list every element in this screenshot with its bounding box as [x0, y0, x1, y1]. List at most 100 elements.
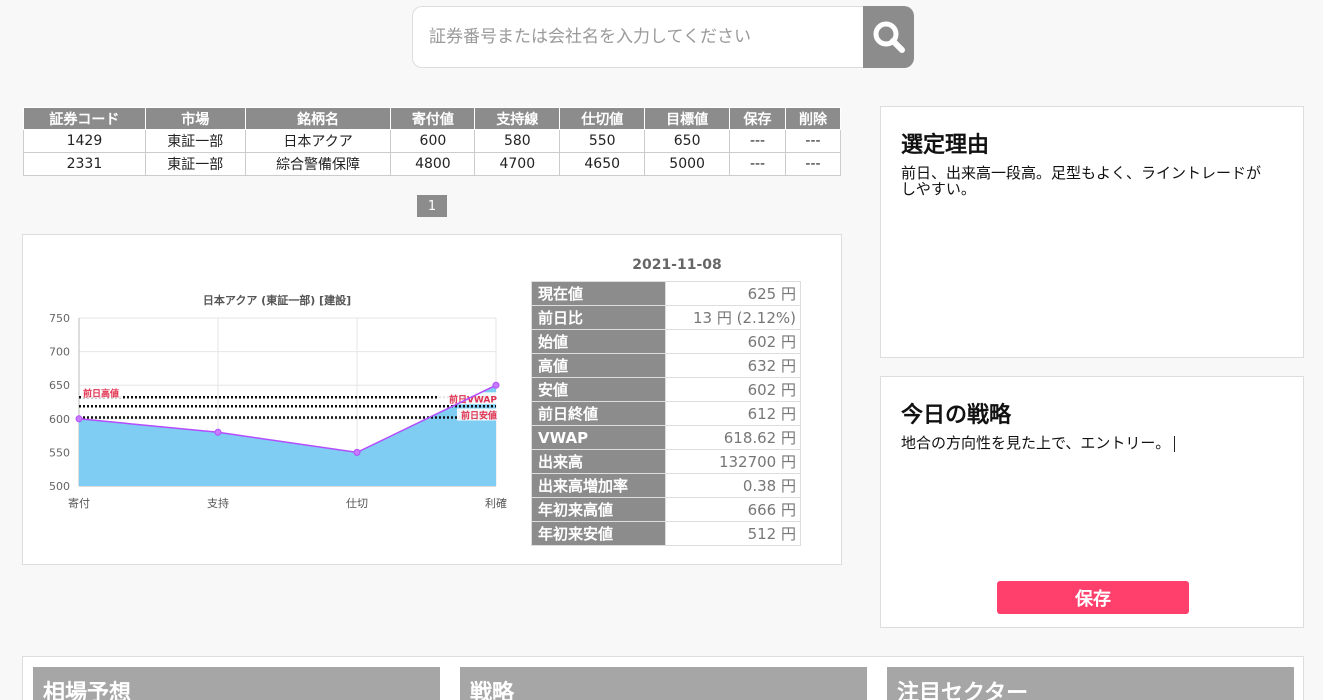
quote-label: 年初来高値 — [531, 497, 666, 522]
cell-delete-action[interactable]: --- — [785, 129, 841, 153]
quote-label: 年初来安値 — [531, 521, 666, 546]
quote-label: 安値 — [531, 377, 666, 402]
cell-stop: 550 — [559, 129, 646, 153]
x-tick-label: 利確 — [485, 496, 507, 510]
quote-row: VWAP 618.62 円 — [531, 425, 801, 450]
table-row[interactable]: 2331 東証一部 綜合警備保障 4800 4700 4650 5000 ---… — [23, 152, 841, 176]
strategy-title: 今日の戦略 — [901, 403, 1012, 428]
cell-market: 東証一部 — [144, 129, 246, 153]
quote-row: 年初来高値 666 円 — [531, 497, 801, 522]
reference-label: 前日VWAP — [449, 393, 497, 405]
header-open: 寄付値 — [390, 107, 476, 130]
stock-table: 証券コード 市場 銘柄名 寄付値 支持線 仕切値 目標値 保存 削除 1429 … — [23, 107, 841, 176]
reference-label: 前日安値 — [461, 409, 497, 421]
strategy-panel: 今日の戦略 地合の方向性を見た上で、エントリー。 保存 — [880, 376, 1304, 628]
quote-row: 始値 602 円 — [531, 329, 801, 354]
reason-text[interactable]: 前日、出来高一段高。足型もよく、ライントレードがしやすい。 — [901, 165, 1273, 197]
reason-title: 選定理由 — [901, 133, 990, 158]
quote-row: 前日比 13 円 (2.12%) — [531, 305, 801, 330]
cell-delete-action[interactable]: --- — [785, 152, 841, 176]
y-tick-label: 750 — [49, 312, 70, 325]
quote-label: 出来高 — [531, 449, 666, 474]
quote-row: 高値 632 円 — [531, 353, 801, 378]
cell-save-action[interactable]: --- — [729, 129, 786, 153]
cell-stop: 4650 — [559, 152, 646, 176]
quote-row: 出来高 132700 円 — [531, 449, 801, 474]
header-save: 保存 — [729, 107, 786, 130]
reference-label: 前日高値 — [83, 387, 119, 399]
quote-row: 安値 602 円 — [531, 377, 801, 402]
header-support: 支持線 — [474, 107, 561, 130]
cell-name: 日本アクア — [244, 129, 392, 153]
cell-support: 580 — [474, 129, 561, 153]
data-point — [75, 415, 83, 423]
quote-label: 現在値 — [531, 281, 666, 306]
chart-title: 日本アクア (東証一部) [建設] — [203, 293, 351, 307]
y-tick-label: 500 — [49, 480, 70, 493]
search-input[interactable] — [412, 6, 863, 68]
chart-card: 日本アクア (東証一部) [建設] 500 550 600 650 700 750 前日高値… — [22, 234, 842, 565]
bottom-sections: 相場予想 戦略 注目セクター — [22, 656, 1304, 700]
section-market-forecast: 相場予想 — [33, 667, 440, 700]
quote-label: VWAP — [531, 425, 666, 450]
y-tick-label: 650 — [49, 379, 70, 392]
cell-open: 600 — [390, 129, 476, 153]
cell-target: 650 — [644, 129, 731, 153]
price-chart: 日本アクア (東証一部) [建設] 500 550 600 650 700 750 前日高値… — [49, 293, 507, 510]
quote-label: 前日終値 — [531, 401, 666, 426]
x-tick-label: 寄付 — [68, 496, 90, 510]
quote-row: 出来高増加率 0.38 円 — [531, 473, 801, 498]
quote-value: 602 円 — [665, 377, 801, 402]
table-row[interactable]: 1429 東証一部 日本アクア 600 580 550 650 --- --- — [23, 129, 841, 153]
quote-value: 132700 円 — [665, 449, 801, 474]
strategy-text: 地合の方向性を見た上で、エントリー。 — [901, 434, 1171, 452]
quote-label: 高値 — [531, 353, 666, 378]
quote-row: 年初来安値 512 円 — [531, 521, 801, 546]
cell-market: 東証一部 — [144, 152, 246, 176]
quote-row: 現在値 625 円 — [531, 281, 801, 306]
quote-label: 出来高増加率 — [531, 473, 666, 498]
quote-value: 666 円 — [665, 497, 801, 522]
quote-value: 612 円 — [665, 401, 801, 426]
quote-label: 始値 — [531, 329, 666, 354]
header-code: 証券コード — [23, 107, 146, 130]
search-icon — [873, 21, 905, 53]
data-point — [492, 381, 500, 389]
header-delete: 削除 — [785, 107, 841, 130]
search-button[interactable] — [863, 6, 914, 68]
search-bar — [412, 6, 914, 68]
data-point — [353, 448, 361, 456]
cell-support: 4700 — [474, 152, 561, 176]
area-fill — [79, 385, 496, 486]
strategy-textarea[interactable]: 地合の方向性を見た上で、エントリー。 — [901, 435, 1273, 452]
quote-value: 602 円 — [665, 329, 801, 354]
y-tick-label: 600 — [49, 413, 70, 426]
quote-value: 632 円 — [665, 353, 801, 378]
section-focus-sector: 注目セクター — [887, 667, 1294, 700]
quote-value: 625 円 — [665, 281, 801, 306]
quote-value: 13 円 (2.12%) — [665, 305, 801, 330]
quote-value: 512 円 — [665, 521, 801, 546]
cell-name: 綜合警備保障 — [244, 152, 392, 176]
pagination-page-button[interactable]: 1 — [417, 195, 447, 217]
x-tick-label: 支持 — [207, 496, 229, 510]
reason-panel: 選定理由 前日、出来高一段高。足型もよく、ライントレードがしやすい。 — [880, 106, 1304, 358]
stock-table-header: 証券コード 市場 銘柄名 寄付値 支持線 仕切値 目標値 保存 削除 — [23, 107, 841, 130]
quote-value: 0.38 円 — [665, 473, 801, 498]
y-tick-label: 700 — [49, 346, 70, 359]
y-tick-label: 550 — [49, 446, 70, 459]
header-stop: 仕切値 — [559, 107, 646, 130]
quote-date: 2021-11-08 — [632, 257, 722, 273]
cell-code: 1429 — [23, 129, 146, 153]
save-button[interactable]: 保存 — [997, 581, 1189, 614]
text-caret — [1174, 435, 1176, 452]
header-market: 市場 — [144, 107, 246, 130]
header-target: 目標値 — [644, 107, 731, 130]
cell-code: 2331 — [23, 152, 146, 176]
cell-open: 4800 — [390, 152, 476, 176]
section-strategy: 戦略 — [460, 667, 867, 700]
header-name: 銘柄名 — [244, 107, 392, 130]
quote-table: 現在値 625 円前日比 13 円 (2.12%) 始値 602 円高値 632 円安値 6… — [531, 281, 801, 546]
quote-label: 前日比 — [531, 305, 666, 330]
cell-save-action[interactable]: --- — [729, 152, 786, 176]
